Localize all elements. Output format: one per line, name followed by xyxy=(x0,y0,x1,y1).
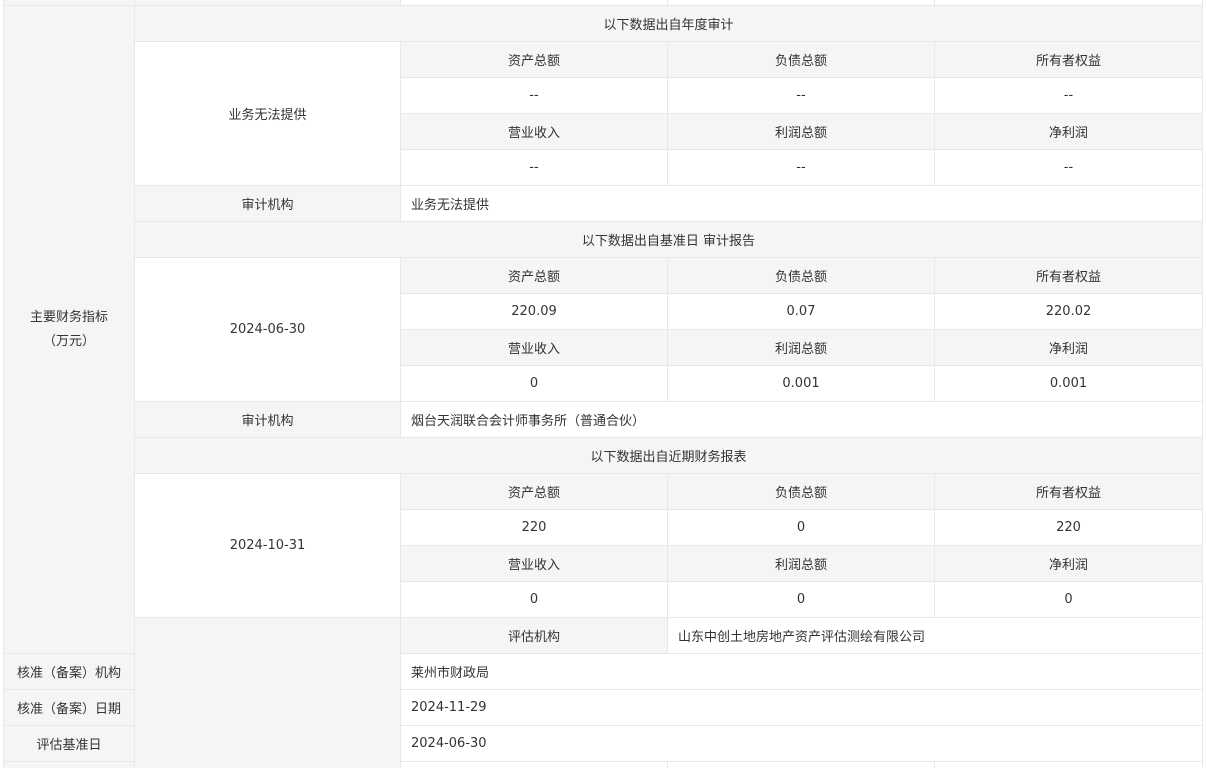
approval-institution-label: 核准（备案）机构 xyxy=(3,653,135,690)
cell xyxy=(3,761,135,768)
header-owners-equity: 所有者权益 xyxy=(934,41,1203,78)
eval-base-date-value: 2024-06-30 xyxy=(400,725,1203,762)
value-total-liabilities: 0 xyxy=(667,509,935,546)
block-header: 以下数据出自近期财务报表 xyxy=(134,437,1203,474)
financial-indicators-page: 主要财务指标 （万元） 以下数据出自年度审计 业务无法提供 资产总额 负债总额 … xyxy=(0,0,1206,768)
value-total-profit: 0 xyxy=(667,581,935,618)
header-owners-equity: 所有者权益 xyxy=(934,473,1203,510)
section-label-line1: 主要财务指标 xyxy=(29,309,108,325)
header-net-profit: 净利润 xyxy=(934,545,1203,582)
audit-institution-label: 审计机构 xyxy=(134,401,401,438)
value-net-profit: 0.001 xyxy=(934,365,1203,402)
value-owners-equity: 220 xyxy=(934,509,1203,546)
approval-date-value: 2024-11-29 xyxy=(400,689,1203,726)
table-row: 主要财务指标 （万元） 以下数据出自年度审计 xyxy=(3,5,1203,654)
block-date: 业务无法提供 xyxy=(134,41,401,186)
value-revenue: 0 xyxy=(400,581,668,618)
table-row: 业务无法提供 资产总额 负债总额 所有者权益 xyxy=(4,41,1203,186)
header-total-assets: 资产总额 xyxy=(400,41,668,78)
approval-institution-value: 莱州市财政局 xyxy=(400,653,1203,690)
header-total-liabilities: 负债总额 xyxy=(667,473,935,510)
block-date: 2024-06-30 xyxy=(134,257,401,402)
header-total-profit: 利润总额 xyxy=(667,545,935,582)
table-row: 审计机构 业务无法提供 xyxy=(4,185,1203,222)
cell xyxy=(400,761,668,768)
eval-base-date-label: 评估基准日 xyxy=(3,725,135,762)
value-total-profit: 0.001 xyxy=(667,365,935,402)
audit-institution-value: 烟台天润联合会计师事务所（普通合伙） xyxy=(400,401,1203,438)
value-total-assets: 220 xyxy=(400,509,668,546)
value-revenue: -- xyxy=(400,149,668,186)
table-row: 审计机构 烟台天润联合会计师事务所（普通合伙） xyxy=(4,401,1203,438)
value-owners-equity: 220.02 xyxy=(934,293,1203,330)
value-net-profit: 0 xyxy=(934,581,1203,618)
section-label-line2: （万元） xyxy=(42,333,95,349)
table-row: 以下数据出自基准日 审计报告 xyxy=(4,221,1203,258)
header-total-profit: 利润总额 xyxy=(667,329,935,366)
header-revenue: 营业收入 xyxy=(400,329,668,366)
header-total-liabilities: 负债总额 xyxy=(667,41,935,78)
audit-institution-value: 业务无法提供 xyxy=(400,185,1203,222)
eval-institution-label: 评估机构 xyxy=(400,617,668,654)
header-revenue: 营业收入 xyxy=(400,545,668,582)
header-total-assets: 资产总额 xyxy=(400,473,668,510)
header-total-assets: 资产总额 xyxy=(400,257,668,294)
value-owners-equity: -- xyxy=(934,77,1203,114)
table-row: 评估机构 山东中创土地房地产资产评估测绘有限公司 xyxy=(4,617,1203,768)
audit-institution-label: 审计机构 xyxy=(134,185,401,222)
value-total-assets: 220.09 xyxy=(400,293,668,330)
value-total-profit: -- xyxy=(667,149,935,186)
block-header: 以下数据出自基准日 审计报告 xyxy=(134,221,1203,258)
approval-date-label: 核准（备案）日期 xyxy=(3,689,135,726)
eval-institution-value: 山东中创土地房地产资产评估测绘有限公司 xyxy=(667,617,1203,654)
value-total-assets: -- xyxy=(400,77,668,114)
financial-indicators-table: 主要财务指标 （万元） 以下数据出自年度审计 业务无法提供 资产总额 负债总额 … xyxy=(3,0,1203,768)
block-header: 以下数据出自年度审计 xyxy=(134,5,1203,42)
header-total-liabilities: 负债总额 xyxy=(667,257,935,294)
value-total-liabilities: -- xyxy=(667,77,935,114)
header-total-profit: 利润总额 xyxy=(667,113,935,150)
header-owners-equity: 所有者权益 xyxy=(934,257,1203,294)
table-row: 以下数据出自近期财务报表 xyxy=(4,437,1203,474)
financial-indicators-label: 主要财务指标 （万元） xyxy=(3,5,135,654)
header-net-profit: 净利润 xyxy=(934,329,1203,366)
table-row: 2024-06-30 资产总额 负债总额 所有者权益 xyxy=(4,257,1203,402)
table-row: 2024-10-31 资产总额 负债总额 所有者权益 xyxy=(4,473,1203,618)
header-revenue: 营业收入 xyxy=(400,113,668,150)
cell xyxy=(934,761,1203,768)
cell xyxy=(667,761,935,768)
evaluation-section-label xyxy=(134,617,401,768)
header-net-profit: 净利润 xyxy=(934,113,1203,150)
block-date: 2024-10-31 xyxy=(134,473,401,618)
value-revenue: 0 xyxy=(400,365,668,402)
value-net-profit: -- xyxy=(934,149,1203,186)
value-total-liabilities: 0.07 xyxy=(667,293,935,330)
